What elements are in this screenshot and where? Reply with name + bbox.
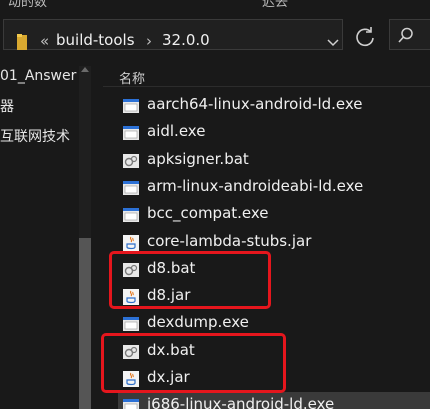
column-header-name[interactable]: 名称	[119, 68, 145, 87]
top-strip-left-text: 动的数	[8, 0, 48, 10]
file-name: bcc_compat.exe	[147, 204, 269, 223]
exe-icon	[122, 97, 140, 115]
file-row[interactable]: apksigner.bat	[118, 147, 430, 174]
file-row[interactable]: aidl.exe	[118, 119, 430, 146]
nav-item-internet[interactable]: 互联网技术	[0, 126, 70, 146]
file-row[interactable]: bcc_compat.exe	[118, 201, 430, 228]
file-name: arm-linux-androideabi-ld.exe	[147, 176, 364, 195]
header-divider	[103, 86, 430, 87]
nav-scrollbar-thumb[interactable]	[79, 238, 91, 409]
top-strip: 动的数 迟去	[0, 0, 430, 12]
navigation-pane: 01_Answer 器 互联网技术	[0, 58, 93, 409]
nav-item-answer[interactable]: 01_Answer	[0, 68, 76, 84]
folder-icon	[17, 34, 27, 50]
highlight-box-d8	[109, 251, 271, 309]
file-name: core-lambda-stubs.jar	[147, 231, 312, 250]
file-row[interactable]: i686-linux-android-ld.exe	[118, 392, 430, 409]
overflow-chevron[interactable]: «	[40, 32, 49, 50]
breadcrumb-build-tools[interactable]: build-tools	[56, 31, 135, 49]
highlight-box-dx	[101, 333, 286, 393]
breadcrumb-separator[interactable]: ›	[146, 32, 152, 50]
nav-item-qi[interactable]: 器	[0, 96, 14, 116]
chevron-down-icon[interactable]	[326, 36, 340, 50]
search-box[interactable]	[389, 19, 430, 50]
exe-icon	[122, 397, 140, 409]
scroll-up-icon[interactable]	[81, 66, 89, 74]
file-name: dexdump.exe	[147, 313, 249, 332]
file-name: apksigner.bat	[147, 149, 249, 168]
exe-icon	[122, 206, 140, 224]
exe-icon	[122, 179, 140, 197]
jar-icon	[122, 234, 140, 252]
address-row: « build-tools › 32.0.0	[0, 12, 430, 58]
top-strip-right-text: 迟去	[262, 0, 289, 10]
refresh-icon[interactable]	[352, 24, 378, 50]
file-row[interactable]: aarch64-linux-android-ld.exe	[118, 92, 430, 119]
file-name: aidl.exe	[147, 122, 206, 141]
bat-icon	[122, 152, 140, 170]
file-name: i686-linux-android-ld.exe	[147, 395, 335, 409]
nav-scrollbar[interactable]	[79, 66, 91, 409]
file-row[interactable]: arm-linux-androideabi-ld.exe	[118, 174, 430, 201]
search-icon	[398, 27, 413, 43]
file-name: aarch64-linux-android-ld.exe	[147, 95, 363, 113]
breadcrumb-32-0-0[interactable]: 32.0.0	[162, 31, 210, 49]
exe-icon	[122, 315, 140, 333]
address-bar[interactable]: « build-tools › 32.0.0	[3, 19, 343, 50]
exe-icon	[122, 124, 140, 142]
